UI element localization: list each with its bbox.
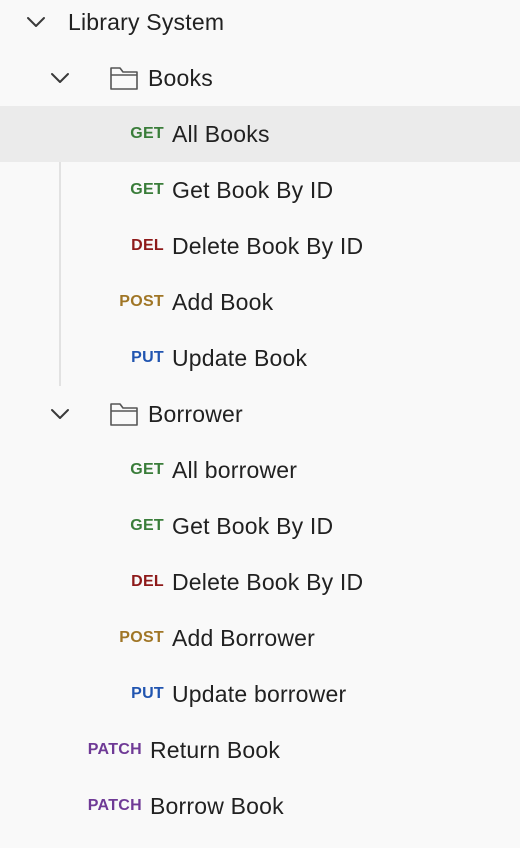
folder-row-books[interactable]: Books [0,50,520,106]
method-badge: PATCH [87,741,142,758]
request-item-delete-book-by-id[interactable]: DEL Delete Book By ID [0,218,520,274]
request-name: Get Book By ID [172,176,334,203]
method-badge: POST [119,629,164,646]
method-badge: DEL [131,237,164,254]
collection-row[interactable]: Library System [0,0,520,50]
method-badge: PATCH [87,797,142,814]
method-badge: POST [119,293,164,310]
request-name: Get Book By ID [172,512,334,539]
collection-name: Library System [68,8,225,35]
folder-name: Books [148,64,213,91]
request-name: Add Borrower [172,624,316,651]
request-item-return-book[interactable]: PATCH Return Book [0,722,520,778]
request-name: Update borrower [172,680,347,707]
request-item-get-book-by-id[interactable]: GET Get Book By ID [0,498,520,554]
request-name: Delete Book By ID [172,568,364,595]
request-name: Update Book [172,344,308,371]
request-name: All Books [172,120,270,147]
method-badge: GET [130,181,164,198]
method-badge: PUT [131,685,164,702]
request-item-update-borrower[interactable]: PUT Update borrower [0,666,520,722]
method-badge: GET [130,125,164,142]
method-badge: DEL [131,573,164,590]
chevron-down-icon[interactable] [49,403,71,425]
request-item-update-book[interactable]: PUT Update Book [0,330,520,386]
chevron-down-icon[interactable] [25,11,47,33]
folder-icon [109,400,139,428]
request-item-add-book[interactable]: POST Add Book [0,274,520,330]
request-name: Return Book [150,736,281,763]
request-name: Add Book [172,288,274,315]
method-badge: GET [130,517,164,534]
request-item-delete-book-by-id[interactable]: DEL Delete Book By ID [0,554,520,610]
request-item-get-book-by-id[interactable]: GET Get Book By ID [0,162,520,218]
request-name: Borrow Book [150,792,284,819]
chevron-down-icon[interactable] [49,67,71,89]
folder-icon [109,64,139,92]
collection-tree: Library System Books GET All Books GET G… [0,0,520,848]
folder-name: Borrower [148,400,243,427]
request-item-add-borrower[interactable]: POST Add Borrower [0,610,520,666]
folder-row-borrower[interactable]: Borrower [0,386,520,442]
request-name: All borrower [172,456,298,483]
request-item-borrow-book[interactable]: PATCH Borrow Book [0,778,520,834]
request-item-all-books[interactable]: GET All Books [0,106,520,162]
method-badge: PUT [131,349,164,366]
method-badge: GET [130,461,164,478]
request-name: Delete Book By ID [172,232,364,259]
request-item-all-borrower[interactable]: GET All borrower [0,442,520,498]
